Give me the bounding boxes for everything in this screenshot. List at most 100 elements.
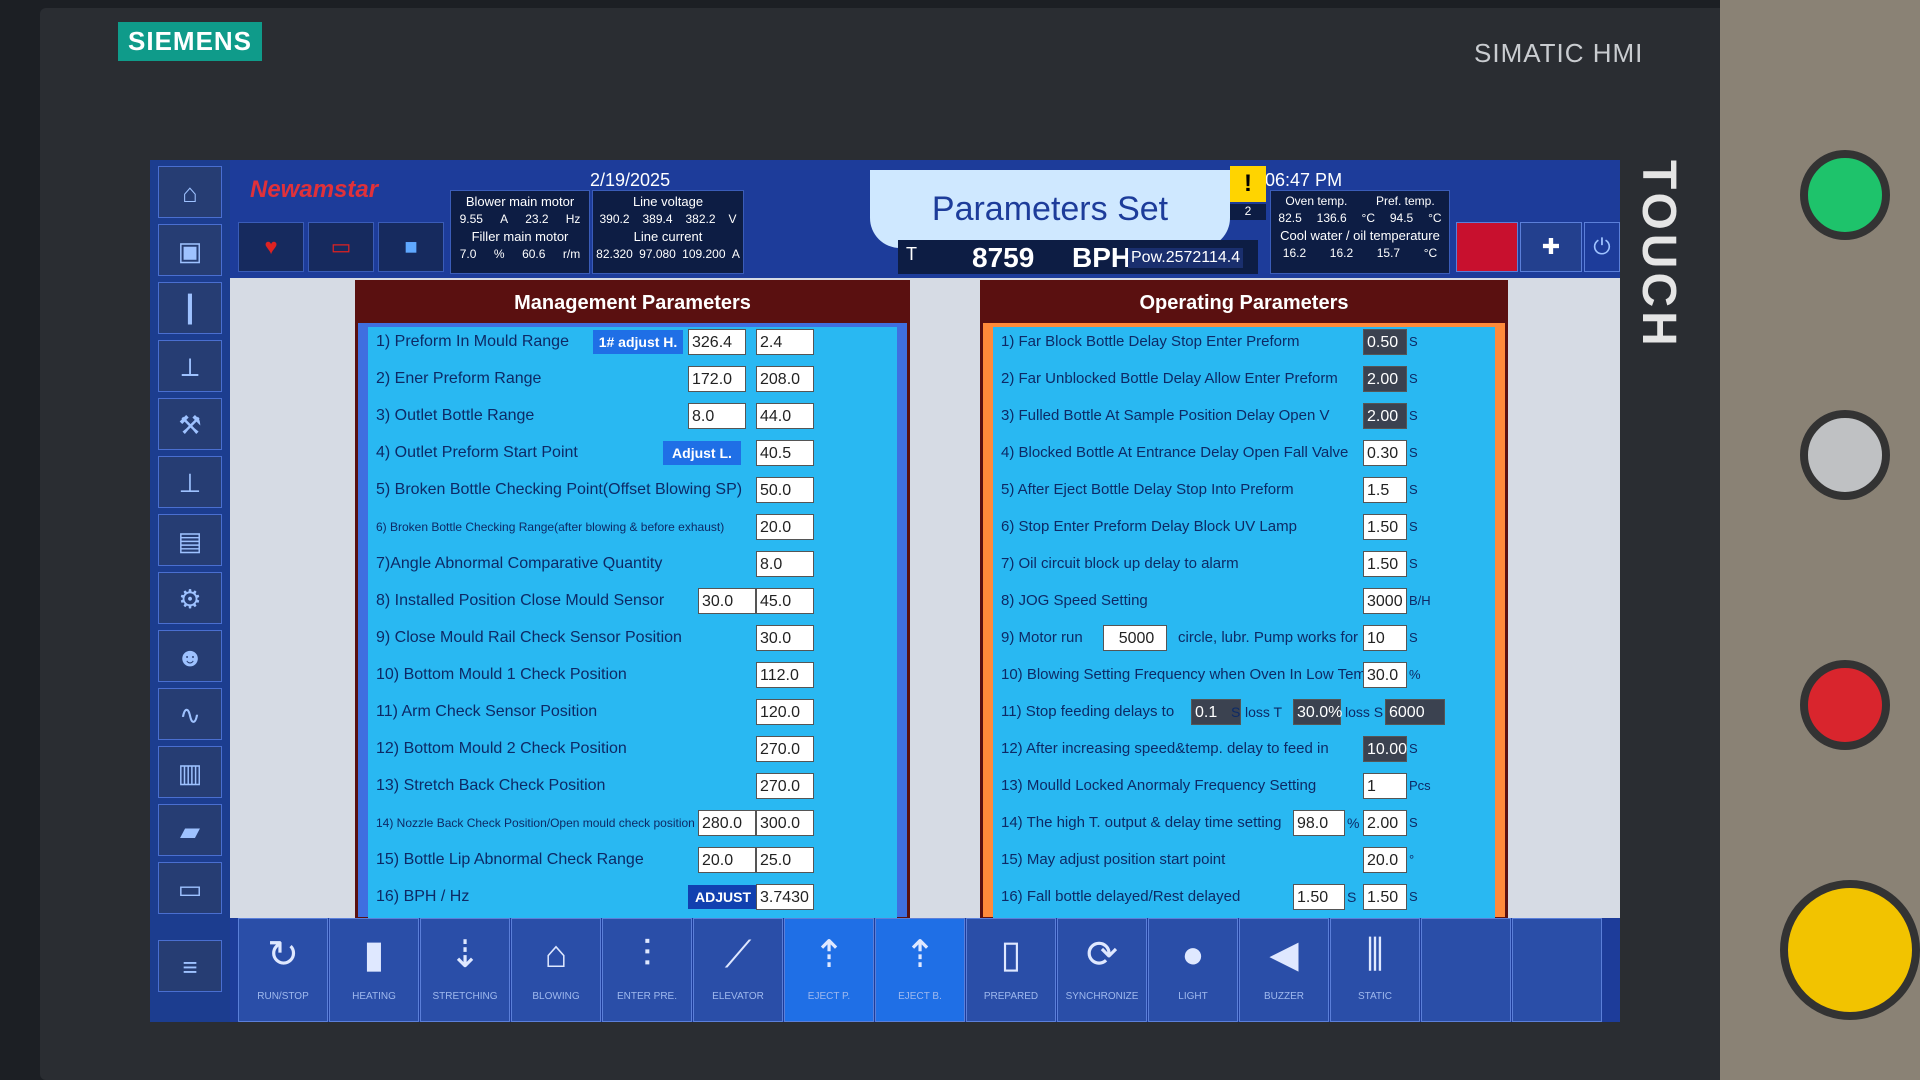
value-field-b[interactable]: 25.0 — [756, 847, 814, 873]
value-field[interactable]: 20.0 — [1363, 847, 1407, 873]
value-field-a[interactable]: 30.0 — [698, 588, 756, 614]
value-field-b[interactable]: 44.0 — [756, 403, 814, 429]
toolbar-button-speaker-icon[interactable]: ◀ BUZZER — [1239, 918, 1329, 1022]
valve-icon[interactable]: ⊥ — [158, 456, 222, 508]
toolbar-button-bottle-icon[interactable]: ⌂ BLOWING — [511, 918, 601, 1022]
value-field[interactable]: 0.30 — [1363, 440, 1407, 466]
value-field[interactable]: 3000 — [1363, 588, 1407, 614]
value-field-b[interactable]: 208.0 — [756, 366, 814, 392]
motor-run-count[interactable]: 5000 — [1103, 625, 1167, 651]
settings-icon[interactable]: ≡ — [158, 940, 222, 992]
warning-icon[interactable]: ! — [1230, 166, 1266, 202]
value-field-b[interactable]: 120.0 — [756, 699, 814, 725]
preform-icon[interactable]: ┃ — [158, 282, 222, 334]
eject-bottle-icon: ⇡ — [904, 934, 936, 976]
toolbar-label: RUN/STOP — [257, 991, 309, 1002]
value-field-b[interactable]: 40.5 — [756, 440, 814, 466]
value-field-a[interactable]: 172.0 — [688, 366, 746, 392]
toolbar-button-heater-icon[interactable]: ▮ HEATING — [329, 918, 419, 1022]
adjust-button[interactable]: Adjust L. — [663, 441, 741, 465]
folder-icon[interactable]: ▰ — [158, 804, 222, 856]
toolbar-label: BLOWING — [532, 991, 580, 1002]
user-button[interactable]: ■ — [378, 222, 444, 272]
tool-icon[interactable]: ⚒ — [158, 398, 222, 450]
unit: S — [1409, 741, 1418, 756]
gears-icon[interactable]: ⚙ — [158, 572, 222, 624]
value-field-b[interactable]: 112.0 — [756, 662, 814, 688]
arm-icon[interactable]: ⟂ — [158, 340, 222, 392]
adjust-button[interactable]: 1# adjust H. — [593, 330, 683, 354]
loss-t-field[interactable]: 30.0% — [1293, 699, 1342, 725]
toolbar-button-preform-feed-icon[interactable]: ⫶ ENTER PRE. — [602, 918, 692, 1022]
toolbar-button-elevator-icon[interactable]: ⟋ ELEVATOR — [693, 918, 783, 1022]
value-field[interactable]: 1.50 — [1363, 884, 1407, 910]
value-field-b[interactable]: 20.0 — [756, 514, 814, 540]
bar-chart-icon[interactable]: ▥ — [158, 746, 222, 798]
value-field-a[interactable]: 326.4 — [688, 329, 746, 355]
value-field[interactable]: 2.00 — [1363, 403, 1407, 429]
unit: ° — [1409, 852, 1415, 867]
extra-field[interactable]: 1.50 — [1293, 884, 1345, 910]
heart-button[interactable]: ♥ — [238, 222, 304, 272]
value-field-a[interactable]: 8.0 — [688, 403, 746, 429]
value-field[interactable]: 2.00 — [1363, 366, 1407, 392]
extra-field[interactable]: 98.0 — [1293, 810, 1345, 836]
value-field-b[interactable]: 50.0 — [756, 477, 814, 503]
value-field-b[interactable]: 45.0 — [756, 588, 814, 614]
value-field-b[interactable]: 3.7430 — [756, 884, 814, 910]
power-button[interactable]: ⏻ — [1584, 222, 1620, 272]
value-field-a[interactable]: 280.0 — [698, 810, 756, 836]
value-field[interactable]: 10 — [1363, 625, 1407, 651]
toolbar-button-blank-button[interactable] — [1421, 918, 1511, 1022]
value-field-b[interactable]: 30.0 — [756, 625, 814, 651]
value-field-b[interactable]: 8.0 — [756, 551, 814, 577]
toolbar-button-sync-icon[interactable]: ⟳ SYNCHRONIZE — [1057, 918, 1147, 1022]
unit: S — [1409, 889, 1418, 904]
operator-icon[interactable]: ☻ — [158, 630, 222, 682]
row-label: 2) Ener Preform Range — [376, 370, 542, 387]
value-field-a[interactable]: 20.0 — [698, 847, 756, 873]
book-icon[interactable]: ▤ — [158, 514, 222, 566]
toolbar-button-blank-button[interactable] — [1512, 918, 1602, 1022]
trend-icon[interactable]: ∿ — [158, 688, 222, 740]
value-field-b[interactable]: 270.0 — [756, 736, 814, 762]
toolbar-button-stretch-rod-icon[interactable]: ⇣ STRETCHING — [420, 918, 510, 1022]
home-icon[interactable]: ⌂ — [158, 166, 222, 218]
monitor-button[interactable]: ▭ — [308, 222, 374, 272]
value-field[interactable]: 30.0 — [1363, 662, 1407, 688]
eject-preform-icon: ⇡ — [813, 934, 845, 976]
value-field[interactable]: 0.50 — [1363, 329, 1407, 355]
emergency-stop-button[interactable] — [1780, 880, 1920, 1020]
toolbar-button-power-cycle-icon[interactable]: ↻ RUN/STOP — [238, 918, 328, 1022]
adjust-button[interactable]: ADJUST — [688, 885, 758, 909]
value-field[interactable]: 2.00 — [1363, 810, 1407, 836]
value-field[interactable]: 1 — [1363, 773, 1407, 799]
chinese-language-button[interactable] — [1456, 222, 1518, 272]
module-icon[interactable]: ▭ — [158, 862, 222, 914]
green-lamp-button[interactable] — [1800, 150, 1890, 240]
value-field[interactable]: 1.50 — [1363, 514, 1407, 540]
red-button[interactable] — [1800, 660, 1890, 750]
toolbar-button-bulb-icon[interactable]: ● LIGHT — [1148, 918, 1238, 1022]
value-field-b[interactable]: 270.0 — [756, 773, 814, 799]
value-field-b[interactable]: 2.4 — [756, 329, 814, 355]
toolbar-button-prepared-bottle-icon[interactable]: ▯ PREPARED — [966, 918, 1056, 1022]
toolbar-label: EJECT P. — [807, 991, 851, 1002]
toolbar-button-static-icon[interactable]: ⫼ STATIC — [1330, 918, 1420, 1022]
grey-button[interactable] — [1800, 410, 1890, 500]
toolbar-label: STRETCHING — [432, 991, 498, 1002]
value-field-b[interactable]: 300.0 — [756, 810, 814, 836]
toolbar-button-eject-preform-icon[interactable]: ⇡ EJECT P. — [784, 918, 874, 1022]
english-language-button[interactable]: ✚ — [1520, 222, 1582, 272]
row-label: 7) Oil circuit block up delay to alarm — [1001, 555, 1239, 572]
value-field[interactable]: 10.00 — [1363, 736, 1407, 762]
unit: % — [1347, 815, 1360, 831]
toolbar-label: EJECT B. — [898, 991, 942, 1002]
management-row: 9) Close Mould Rail Check Sensor Positio… — [368, 623, 897, 653]
machine-icon[interactable]: ▣ — [158, 224, 222, 276]
power-cycle-icon: ↻ — [267, 934, 299, 976]
value-field[interactable]: 6000 — [1385, 699, 1445, 725]
toolbar-button-eject-bottle-icon[interactable]: ⇡ EJECT B. — [875, 918, 965, 1022]
value-field[interactable]: 1.50 — [1363, 551, 1407, 577]
value-field[interactable]: 1.5 — [1363, 477, 1407, 503]
